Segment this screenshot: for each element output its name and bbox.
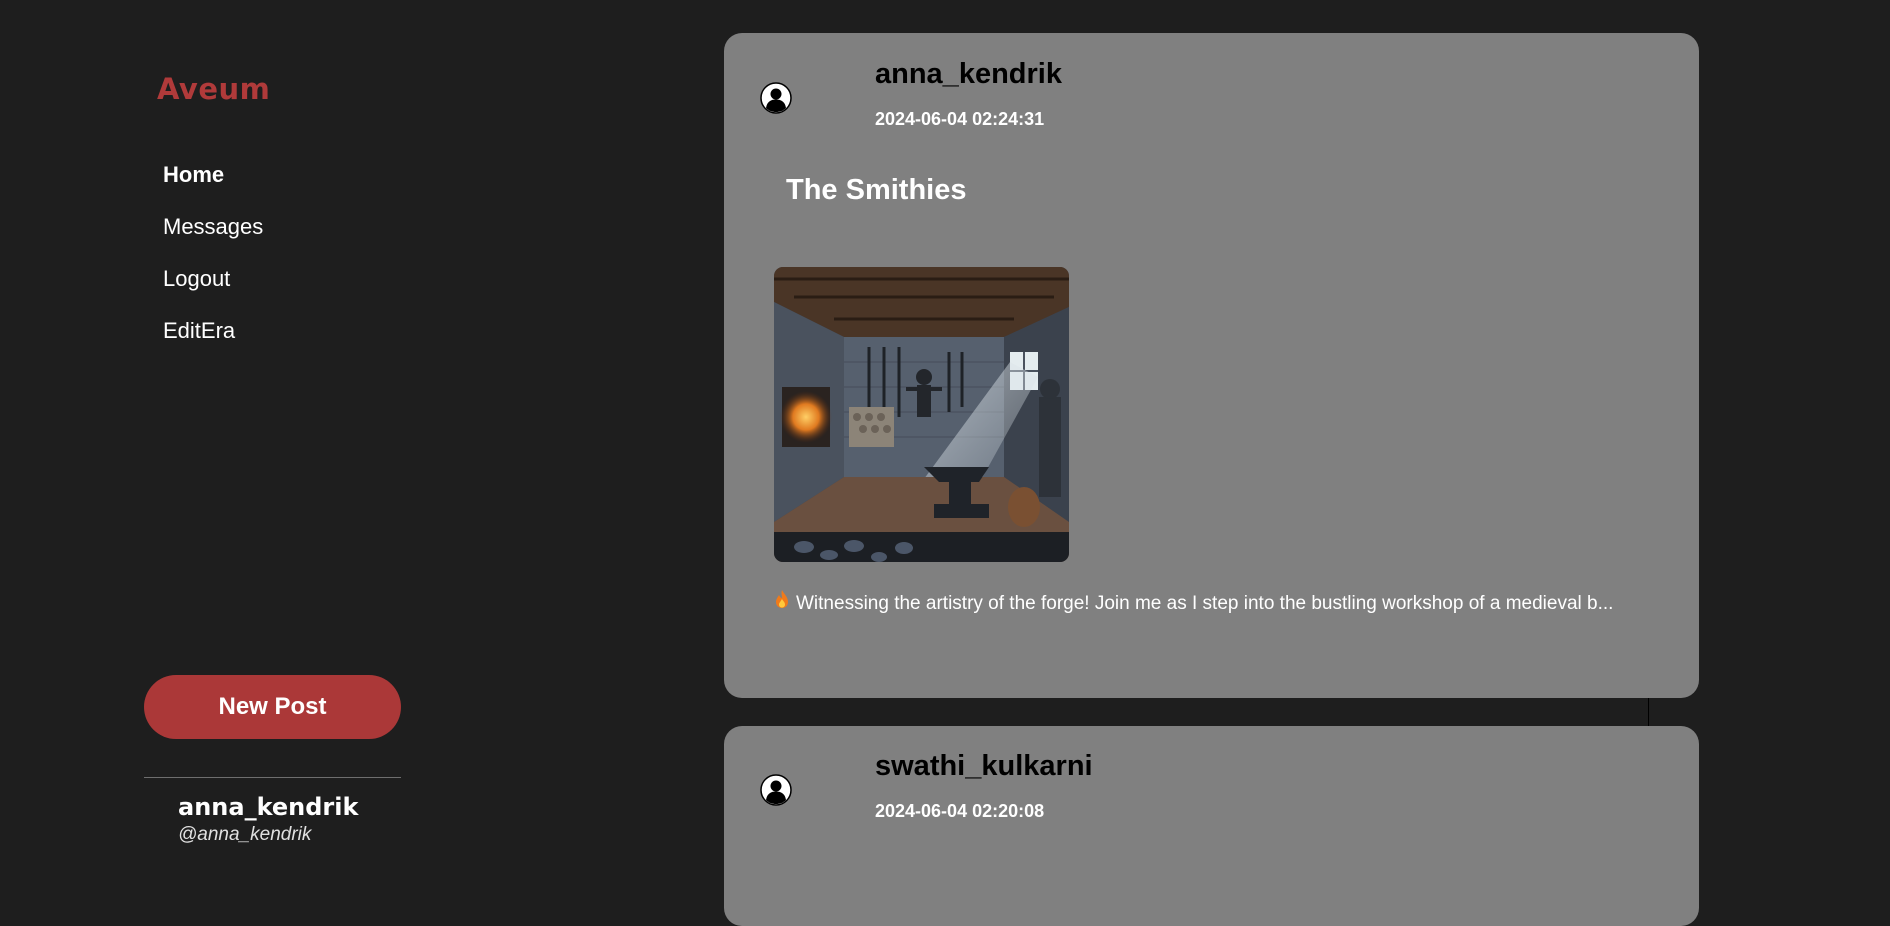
profile-handle: @anna_kendrik — [178, 824, 312, 845]
post-username[interactable]: anna_kendrik — [875, 58, 1062, 91]
fire-emoji-icon — [774, 589, 790, 616]
post-image[interactable] — [774, 267, 1069, 562]
profile-name[interactable]: anna_kendrik — [178, 793, 358, 821]
post-text-content: Witnessing the artistry of the forge! Jo… — [796, 593, 1614, 614]
main-nav: Home Messages Logout EditEra — [163, 158, 263, 366]
post-username[interactable]: swathi_kulkarni — [875, 750, 1093, 783]
user-avatar-icon[interactable] — [760, 82, 792, 114]
nav-home[interactable]: Home — [163, 158, 263, 210]
sidebar-divider — [144, 777, 401, 778]
post-text: Witnessing the artistry of the forge! Jo… — [774, 589, 1679, 616]
post-card[interactable]: swathi_kulkarni 2024-06-04 02:20:08 — [724, 726, 1699, 926]
user-avatar-icon[interactable] — [760, 774, 792, 806]
post-title[interactable]: The Smithies — [786, 174, 967, 207]
nav-messages[interactable]: Messages — [163, 210, 263, 262]
post-timestamp: 2024-06-04 02:20:08 — [875, 801, 1045, 821]
nav-logout[interactable]: Logout — [163, 262, 263, 314]
sidebar: Aveum Home Messages Logout EditEra New P… — [0, 0, 560, 865]
brand-logo[interactable]: Aveum — [157, 72, 270, 106]
nav-editera[interactable]: EditEra — [163, 314, 263, 366]
post-timestamp: 2024-06-04 02:24:31 — [875, 109, 1045, 129]
post-card[interactable]: anna_kendrik 2024-06-04 02:24:31 The Smi… — [724, 33, 1699, 698]
new-post-button[interactable]: New Post — [144, 675, 401, 739]
